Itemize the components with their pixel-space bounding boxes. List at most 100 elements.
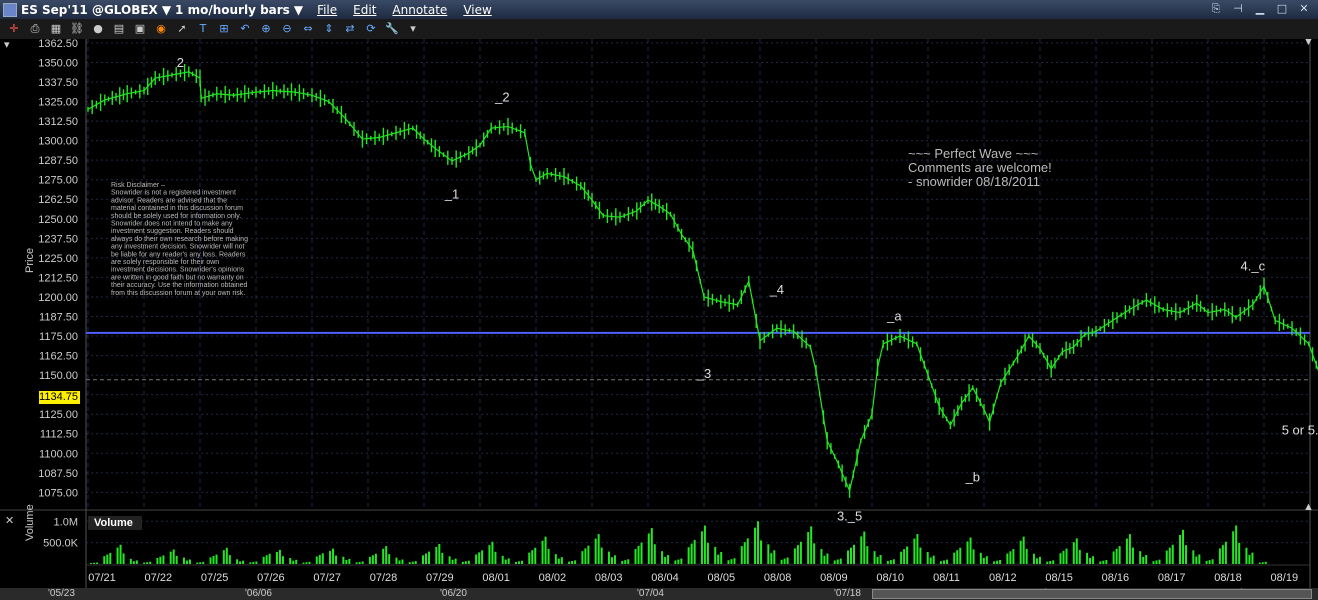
zoom-out-icon[interactable]: ⊖: [280, 22, 294, 36]
disclaimer-line: should be solely used for information on…: [111, 213, 241, 220]
date-tick-label: 08/03: [595, 572, 623, 584]
volume-bar: [478, 552, 481, 564]
wave-label: 4._c: [1241, 258, 1266, 273]
undo-icon[interactable]: ↶: [238, 22, 252, 36]
volume-bar: [879, 555, 882, 564]
volume-bar: [876, 556, 879, 564]
circle-icon[interactable]: ●: [91, 22, 105, 36]
volume-bar: [520, 560, 523, 564]
volume-bar: [720, 552, 723, 564]
chart-icon[interactable]: ▣: [133, 22, 147, 36]
layout-icon[interactable]: ▤: [112, 22, 126, 36]
symbol-label[interactable]: ES Sep'11 @GLOBEX: [21, 3, 158, 17]
price-bar-link: [184, 71, 189, 74]
volume-bar: [706, 542, 709, 564]
target-icon[interactable]: ◉: [154, 22, 168, 36]
volume-bar: [1075, 538, 1078, 564]
price-tick-label: 1175.00: [39, 331, 78, 343]
refresh-icon[interactable]: ⟳: [364, 22, 378, 36]
volume-bar: [534, 547, 537, 564]
menu-edit[interactable]: Edit: [353, 3, 376, 17]
price-bar-link: [1220, 308, 1225, 311]
date-tick-label: 08/16: [1102, 572, 1130, 584]
volume-bar: [464, 561, 467, 564]
price-chart[interactable]: 1362.50 1350.00 1337.50 1325.00 1312.50 1300.…: [0, 39, 1318, 588]
volume-bar: [1235, 525, 1238, 564]
wrench-icon[interactable]: 🔧: [385, 22, 399, 36]
volume-bar: [169, 551, 172, 564]
arrow-icon[interactable]: ➚: [175, 22, 189, 36]
volume-bar: [799, 541, 802, 564]
interval-label[interactable]: 1 mo/hourly bars: [175, 3, 290, 17]
menu-bar: File Edit Annotate View: [317, 3, 508, 17]
volume-bar: [278, 549, 281, 564]
volume-bar: [371, 555, 374, 564]
volume-bar: [1192, 550, 1195, 564]
volume-bar: [886, 560, 889, 564]
volume-bar: [640, 542, 643, 564]
zoom-icon[interactable]: ⊞: [217, 22, 231, 36]
volume-bar: [202, 561, 205, 564]
volume-bar: [969, 537, 972, 564]
chevron-down-icon[interactable]: ▼: [294, 3, 303, 17]
zoom-in-icon[interactable]: ⊕: [259, 22, 273, 36]
volume-bar: [1128, 534, 1131, 564]
disclaimer-line: are solely responsible for their own: [111, 259, 219, 266]
menu-view[interactable]: View: [463, 3, 491, 17]
crosshair-icon[interactable]: ✛: [7, 22, 21, 36]
time-scroller[interactable]: '05/23'06/06'06/20'07/04'07/18'08/01'08/…: [0, 588, 1318, 600]
volume-bar: [475, 554, 478, 564]
volume-bar: [305, 562, 308, 564]
collapse-icon[interactable]: ▾: [4, 39, 10, 51]
volume-bar: [315, 556, 318, 564]
scroll-down-icon[interactable]: ▲: [1303, 501, 1314, 513]
volume-bar: [1145, 555, 1148, 564]
volume-bar: [690, 543, 693, 564]
print-icon[interactable]: ⎙: [28, 22, 42, 36]
menu-annotate[interactable]: Annotate: [392, 3, 447, 17]
price-bar-link: [1175, 311, 1181, 314]
chevron-down-icon[interactable]: ▼: [162, 3, 171, 17]
volume-bar: [667, 555, 670, 564]
price-bar-link: [547, 172, 552, 175]
date-tick-label: 08/11: [933, 572, 960, 584]
annotation-text[interactable]: ~~~ Perfect Wave ~~~Comments are welcome…: [908, 146, 1052, 189]
volume-bar: [993, 561, 996, 564]
volume-bar: [634, 549, 637, 564]
disclaimer-line: their accuracy. Use the information obta…: [111, 282, 248, 289]
volume-bar: [813, 543, 816, 564]
volume-bar: [913, 538, 916, 564]
volume-bar: [514, 561, 517, 564]
scroller-date-label: '07/04: [637, 588, 664, 599]
volume-bar: [1238, 542, 1241, 564]
fit-icon[interactable]: ⇔: [301, 22, 315, 36]
wave-label: 5 or 5._1 ???: [1282, 423, 1318, 438]
volume-bar: [1258, 562, 1261, 564]
pin-icon[interactable]: ⊣: [1230, 2, 1246, 16]
grid-icon[interactable]: ▦: [49, 22, 63, 36]
close-icon[interactable]: ✕: [1296, 2, 1312, 16]
menu-file[interactable]: File: [317, 3, 337, 17]
volume-bar: [1158, 559, 1161, 564]
link-icon[interactable]: ⛓: [70, 22, 84, 36]
minimize-icon[interactable]: ▁: [1252, 2, 1268, 16]
link-icon[interactable]: ⎘: [1208, 2, 1224, 16]
volume-bar: [1102, 560, 1105, 564]
volume-bar: [584, 548, 587, 564]
volume-bar: [481, 550, 484, 564]
text-icon[interactable]: T: [196, 22, 210, 36]
price-bar-link: [551, 173, 556, 176]
move-icon[interactable]: ⇄: [343, 22, 357, 36]
volume-bar: [172, 549, 175, 564]
split-icon[interactable]: ⇕: [322, 22, 336, 36]
maximize-icon[interactable]: □: [1274, 2, 1290, 16]
volume-bar: [401, 559, 404, 564]
scroller-thumb[interactable]: [872, 589, 1312, 599]
price-bar-link: [724, 301, 730, 304]
volume-bar: [255, 561, 258, 564]
dropdown-icon[interactable]: ▾: [406, 22, 420, 36]
close-pane-icon[interactable]: ✕: [5, 515, 14, 527]
volume-bar: [451, 559, 454, 564]
scroll-up-icon[interactable]: ▼: [1303, 39, 1314, 48]
scroller-date-label: '07/18: [834, 588, 861, 599]
